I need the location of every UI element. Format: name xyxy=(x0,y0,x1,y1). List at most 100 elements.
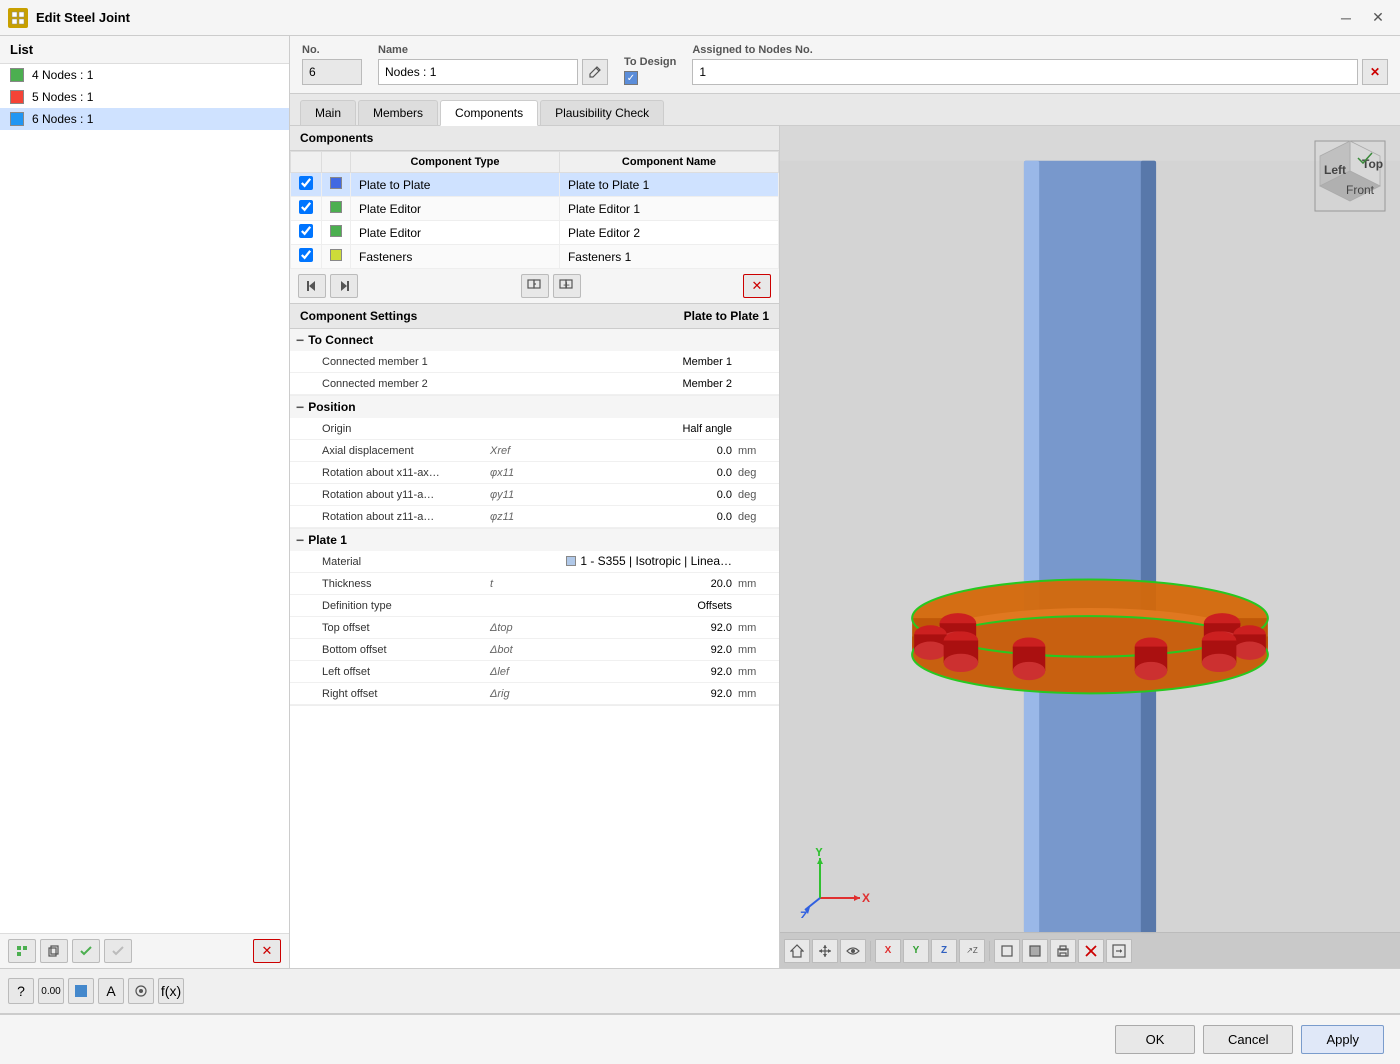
divider2 xyxy=(989,941,990,961)
prop-name-origin: Origin xyxy=(310,423,490,435)
assigned-nodes-input[interactable] xyxy=(692,59,1358,85)
prop-sym-rot-x: φx11 xyxy=(490,467,535,479)
viewport[interactable]: Top Left Front X xyxy=(780,126,1400,968)
prop-val-origin: Half angle xyxy=(535,423,738,435)
to-design-checkbox[interactable]: ✓ xyxy=(624,71,638,85)
prop-row-axial[interactable]: Axial displacement Xref 0.0 mm xyxy=(290,440,779,462)
tab-main[interactable]: Main xyxy=(300,100,356,125)
prop-row-origin[interactable]: Origin Half angle xyxy=(290,418,779,440)
tab-plausibility[interactable]: Plausibility Check xyxy=(540,100,664,125)
assigned-nodes-clear-button[interactable]: ✕ xyxy=(1362,59,1388,85)
prop-row-connected-2[interactable]: Connected member 2 Member 2 xyxy=(290,373,779,395)
vp-btn-x[interactable]: X xyxy=(875,939,901,963)
prop-unit-rot-z: deg xyxy=(738,511,773,523)
comp-check-2[interactable] xyxy=(299,200,313,214)
table-row[interactable]: Plate Editor Plate Editor 2 xyxy=(291,221,779,245)
move-left-button[interactable] xyxy=(298,274,326,298)
prop-row-connected-1[interactable]: Connected member 1 Member 1 xyxy=(290,351,779,373)
prop-val-bottom-offset: 92.0 xyxy=(535,644,738,656)
group-header-position[interactable]: − Position xyxy=(290,396,779,418)
add-button[interactable] xyxy=(8,939,36,963)
prop-val-thickness: 20.0 xyxy=(535,578,738,590)
delete-component-button[interactable]: ✕ xyxy=(743,274,771,298)
delete-button[interactable]: ✕ xyxy=(253,939,281,963)
help-button[interactable]: ? xyxy=(8,978,34,1004)
divider xyxy=(870,941,871,961)
comp-settings-name: Plate to Plate 1 xyxy=(684,309,769,323)
no-input[interactable] xyxy=(302,59,362,85)
group-header-plate1[interactable]: − Plate 1 xyxy=(290,529,779,551)
prop-name-def-type: Definition type xyxy=(310,600,490,612)
vp-btn-reset[interactable] xyxy=(1078,939,1104,963)
minimize-button[interactable]: ─ xyxy=(1332,6,1360,30)
prop-row-def-type[interactable]: Definition type Offsets xyxy=(290,595,779,617)
vp-btn-eye[interactable] xyxy=(840,939,866,963)
move-right-button[interactable] xyxy=(330,274,358,298)
prop-group-to-connect: − To Connect Connected member 1 Member 1… xyxy=(290,329,779,396)
list-label-4nodes: 4 Nodes : 1 xyxy=(32,68,93,82)
vp-btn-solid[interactable] xyxy=(1022,939,1048,963)
comp-settings-header: Component Settings Plate to Plate 1 xyxy=(290,304,779,329)
prop-name-connected-1: Connected member 1 xyxy=(310,356,490,368)
color-button[interactable] xyxy=(68,978,94,1004)
prop-row-material[interactable]: Material 1 - S355 | Isotropic | Linea… xyxy=(290,551,779,573)
prop-unit-rot-x: deg xyxy=(738,467,773,479)
table-row[interactable]: Plate to Plate Plate to Plate 1 xyxy=(291,173,779,197)
comp-check-4[interactable] xyxy=(299,248,313,262)
list-item-4nodes[interactable]: 4 Nodes : 1 xyxy=(0,64,289,86)
tabs-bar: Main Members Components Plausibility Che… xyxy=(290,94,1400,126)
comp-color-3 xyxy=(330,225,342,237)
import-button[interactable] xyxy=(521,274,549,298)
prop-name-left-offset: Left offset xyxy=(310,666,490,678)
vp-btn-print[interactable] xyxy=(1050,939,1076,963)
edit-name-button[interactable] xyxy=(582,59,608,85)
comp-color-1 xyxy=(330,177,342,189)
list-item-5nodes[interactable]: 5 Nodes : 1 xyxy=(0,86,289,108)
prop-row-rot-x[interactable]: Rotation about x11-ax… φx11 0.0 deg xyxy=(290,462,779,484)
close-button[interactable]: ✕ xyxy=(1364,6,1392,30)
prop-sym-rot-y: φy11 xyxy=(490,489,535,501)
vp-btn-export[interactable] xyxy=(1106,939,1132,963)
comp-check-1[interactable] xyxy=(299,176,313,190)
uncheck-all-button[interactable] xyxy=(104,939,132,963)
prop-row-rot-z[interactable]: Rotation about z11-a… φz11 0.0 deg xyxy=(290,506,779,528)
vp-btn-y[interactable]: Y xyxy=(903,939,929,963)
comp-check-3[interactable] xyxy=(299,224,313,238)
units-button[interactable]: 0.00 xyxy=(38,978,64,1004)
vp-btn-ziso[interactable]: ↗Z xyxy=(959,939,985,963)
prop-unit-right-offset: mm xyxy=(738,688,773,700)
prop-row-left-offset[interactable]: Left offset Δlef 92.0 mm xyxy=(290,661,779,683)
group-header-to-connect[interactable]: − To Connect xyxy=(290,329,779,351)
prop-name-bottom-offset: Bottom offset xyxy=(310,644,490,656)
prop-row-top-offset[interactable]: Top offset Δtop 92.0 mm xyxy=(290,617,779,639)
formula-button[interactable]: f(x) xyxy=(158,978,184,1004)
vp-btn-move[interactable] xyxy=(812,939,838,963)
vp-btn-z[interactable]: Z xyxy=(931,939,957,963)
vp-btn-wireframe[interactable] xyxy=(994,939,1020,963)
prop-row-rot-y[interactable]: Rotation about y11-a… φy11 0.0 deg xyxy=(290,484,779,506)
copy-button[interactable] xyxy=(40,939,68,963)
prop-sym-bottom-offset: Δbot xyxy=(490,644,535,656)
tab-members[interactable]: Members xyxy=(358,100,438,125)
list-item-6nodes[interactable]: 6 Nodes : 1 xyxy=(0,108,289,130)
nav-cube[interactable]: Top Left Front xyxy=(1310,136,1390,216)
comp-type-2: Plate Editor xyxy=(351,197,560,221)
text-button[interactable]: A xyxy=(98,978,124,1004)
export-button[interactable]: + xyxy=(553,274,581,298)
display-button[interactable] xyxy=(128,978,154,1004)
vp-btn-home[interactable] xyxy=(784,939,810,963)
prop-name-thickness: Thickness xyxy=(310,578,490,590)
prop-row-right-offset[interactable]: Right offset Δrig 92.0 mm xyxy=(290,683,779,705)
check-all-button[interactable] xyxy=(72,939,100,963)
prop-row-bottom-offset[interactable]: Bottom offset Δbot 92.0 mm xyxy=(290,639,779,661)
prop-val-top-offset: 92.0 xyxy=(535,622,738,634)
name-input[interactable] xyxy=(378,59,578,85)
settings-panel: Components Component Type Component Name xyxy=(290,126,780,968)
prop-name-rot-y: Rotation about y11-a… xyxy=(310,489,490,501)
prop-row-thickness[interactable]: Thickness t 20.0 mm xyxy=(290,573,779,595)
table-row[interactable]: Plate Editor Plate Editor 1 xyxy=(291,197,779,221)
components-table: Component Type Component Name Plate to P… xyxy=(290,151,779,269)
table-row[interactable]: Fasteners Fasteners 1 xyxy=(291,245,779,269)
assigned-nodes-label: Assigned to Nodes No. xyxy=(692,44,1388,56)
tab-components[interactable]: Components xyxy=(440,100,538,126)
